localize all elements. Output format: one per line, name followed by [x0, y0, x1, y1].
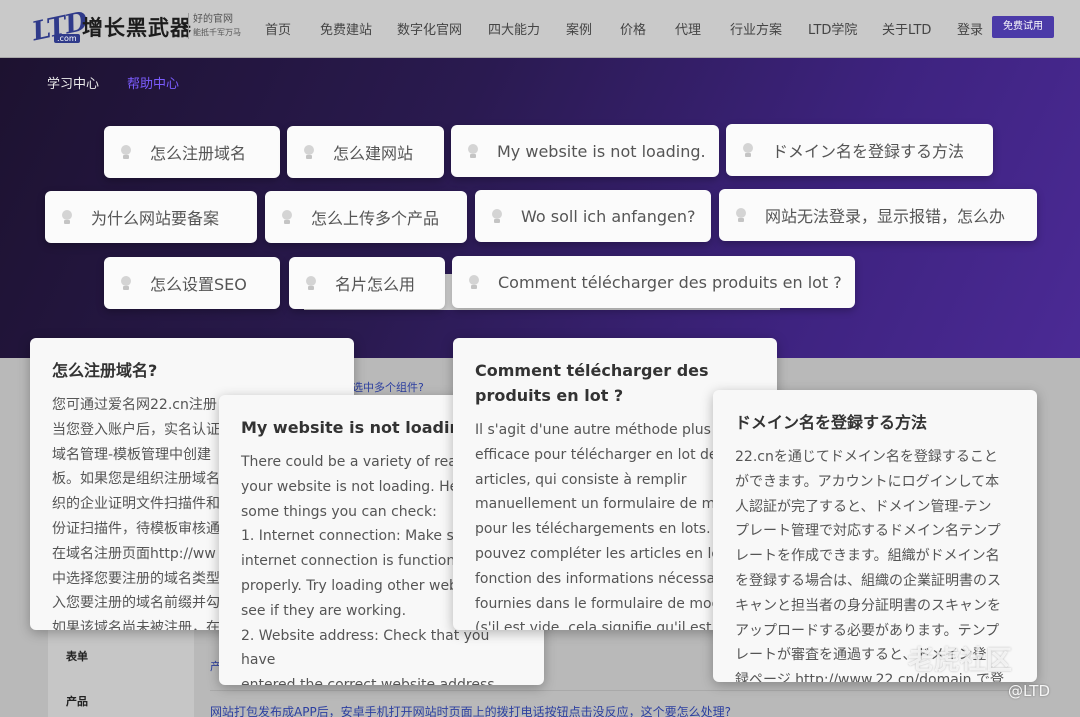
lightbulb-icon	[61, 210, 73, 224]
chip-label: 怎么设置SEO	[150, 275, 247, 294]
lightbulb-icon	[281, 210, 293, 224]
chip-bulk-upload-fr[interactable]: Comment télécharger des produits en lot …	[452, 256, 855, 308]
answer-card-title: 怎么注册域名?	[52, 361, 158, 380]
subnav-learning-center[interactable]: 学习中心	[47, 73, 99, 92]
nav-ltd-academy[interactable]: LTD学院	[808, 19, 857, 38]
nav-cases[interactable]: 案例	[566, 19, 592, 38]
lightbulb-icon	[120, 145, 132, 159]
top-navigation: LTD .com 增长黑武器 好的官网 能抵千军万马 首页 免费建站 数字化官网…	[0, 0, 1080, 58]
chip-register-domain-ja[interactable]: ドメイン名を登録する方法	[726, 124, 993, 176]
nav-digital-site[interactable]: 数字化官网	[397, 19, 462, 38]
lightbulb-icon	[305, 276, 317, 290]
chip-label: 名片怎么用	[335, 275, 416, 294]
subnav-help-center[interactable]: 帮助中心	[127, 73, 179, 92]
chip-label: Wo soll ich anfangen?	[521, 206, 696, 226]
lightbulb-icon	[735, 208, 747, 222]
chip-label: 怎么建网站	[333, 144, 414, 163]
nav-agent[interactable]: 代理	[675, 19, 701, 38]
chip-login-error[interactable]: 网站无法登录，显示报错，怎么办	[719, 189, 1037, 241]
chip-label: 网站无法登录，显示报错，怎么办	[765, 207, 1006, 226]
lightbulb-icon	[120, 276, 132, 290]
watermark-community: 老虎社区	[908, 646, 1013, 676]
chip-website-not-loading[interactable]: My website is not loading.	[451, 125, 719, 177]
chip-upload-multiple-products[interactable]: 怎么上传多个产品	[265, 191, 467, 243]
chip-label: Comment télécharger des produits en lot …	[498, 272, 842, 292]
nav-login[interactable]: 登录	[957, 19, 983, 38]
chip-seo-settings[interactable]: 怎么设置SEO	[104, 257, 280, 309]
chip-business-card[interactable]: 名片怎么用	[289, 257, 445, 309]
logo-slogan-line-2: 能抵千军万马	[193, 28, 241, 37]
nav-home[interactable]: 首页	[265, 19, 291, 38]
nav-industry-solutions[interactable]: 行业方案	[730, 19, 782, 38]
logo-slogan: 好的官网 能抵千军万马	[188, 13, 241, 39]
sidebar-item-form[interactable]: 表单	[66, 648, 88, 664]
lightbulb-icon	[491, 209, 503, 223]
free-trial-button[interactable]: 免费试用	[992, 16, 1054, 38]
chip-why-icp-filing[interactable]: 为什么网站要备案	[45, 191, 257, 243]
chip-label: 怎么注册域名	[150, 144, 247, 163]
watermark-handle: @LTD	[1008, 682, 1051, 700]
chip-label: 怎么上传多个产品	[311, 209, 440, 228]
nav-free-site[interactable]: 免费建站	[320, 19, 372, 38]
list-divider	[210, 690, 1030, 691]
lightbulb-icon	[303, 145, 315, 159]
nav-four-capabilities[interactable]: 四大能力	[488, 19, 540, 38]
chip-where-to-start-de[interactable]: Wo soll ich anfangen?	[475, 190, 711, 242]
nav-pricing[interactable]: 价格	[620, 19, 646, 38]
lightbulb-icon	[467, 144, 479, 158]
chip-register-domain[interactable]: 怎么注册域名	[104, 126, 280, 178]
logo-slogan-line-1: 好的官网	[193, 14, 233, 25]
answer-card-title: ドメイン名を登録する方法	[735, 413, 928, 432]
faq-link-app-call-button[interactable]: 网站打包发布成APP后，安卓手机打开网站时页面上的拨打电话按钮点击没反应，这个要…	[210, 703, 731, 717]
chip-label: ドメイン名を登録する方法	[772, 142, 965, 161]
sidebar-item-product[interactable]: 产品	[66, 693, 88, 709]
lightbulb-icon	[468, 275, 480, 289]
chip-label: My website is not loading.	[497, 141, 706, 161]
logo-brand-name: 增长黑武器	[82, 16, 192, 40]
faq-link-multi-select[interactable]: 选中多个组件?	[352, 379, 424, 395]
chip-label: 为什么网站要备案	[91, 209, 220, 228]
answer-card-register-domain-ja: ドメイン名を登録する方法 22.cnを通じてドメイン名を登録すること ができます…	[713, 390, 1037, 682]
nav-about-ltd[interactable]: 关于LTD	[882, 19, 931, 38]
logo-com-tag: .com	[54, 34, 80, 43]
chip-build-website[interactable]: 怎么建网站	[287, 126, 444, 178]
lightbulb-icon	[742, 143, 754, 157]
